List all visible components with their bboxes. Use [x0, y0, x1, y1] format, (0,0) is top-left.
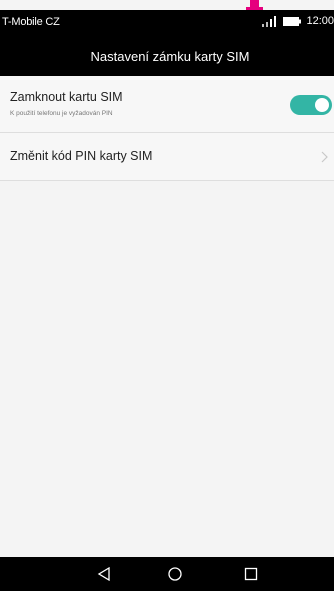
status-bar: T-Mobile CZ 12:00 — [0, 10, 334, 36]
navigation-bar — [0, 557, 334, 591]
lock-sim-title: Zamknout kartu SIM — [10, 90, 123, 104]
chevron-right-icon — [321, 150, 328, 168]
status-icons: 12:00 — [262, 15, 334, 27]
battery-icon — [283, 16, 302, 26]
lock-sim-item[interactable]: Zamknout kartu SIM K použití telefonu je… — [0, 76, 334, 133]
app-bar: Nastavení zámku karty SIM — [0, 36, 334, 76]
recent-apps-icon[interactable] — [242, 565, 260, 583]
lock-sim-subtitle: K použití telefonu je vyžadován PIN — [10, 110, 113, 117]
change-pin-item[interactable]: Změnit kód PIN karty SIM — [0, 133, 334, 181]
signal-icon — [262, 15, 278, 27]
carrier-name: T-Mobile CZ — [2, 16, 60, 28]
change-pin-title: Změnit kód PIN karty SIM — [10, 149, 153, 163]
lock-sim-toggle[interactable] — [290, 95, 332, 115]
toggle-knob — [315, 98, 329, 112]
page-title: Nastavení zámku karty SIM — [90, 48, 250, 64]
clock: 12:00 — [306, 15, 334, 27]
settings-list: Zamknout kartu SIM K použití telefonu je… — [0, 76, 334, 181]
back-icon[interactable] — [95, 565, 113, 583]
home-icon[interactable] — [166, 565, 184, 583]
highlight-marker — [246, 0, 263, 10]
